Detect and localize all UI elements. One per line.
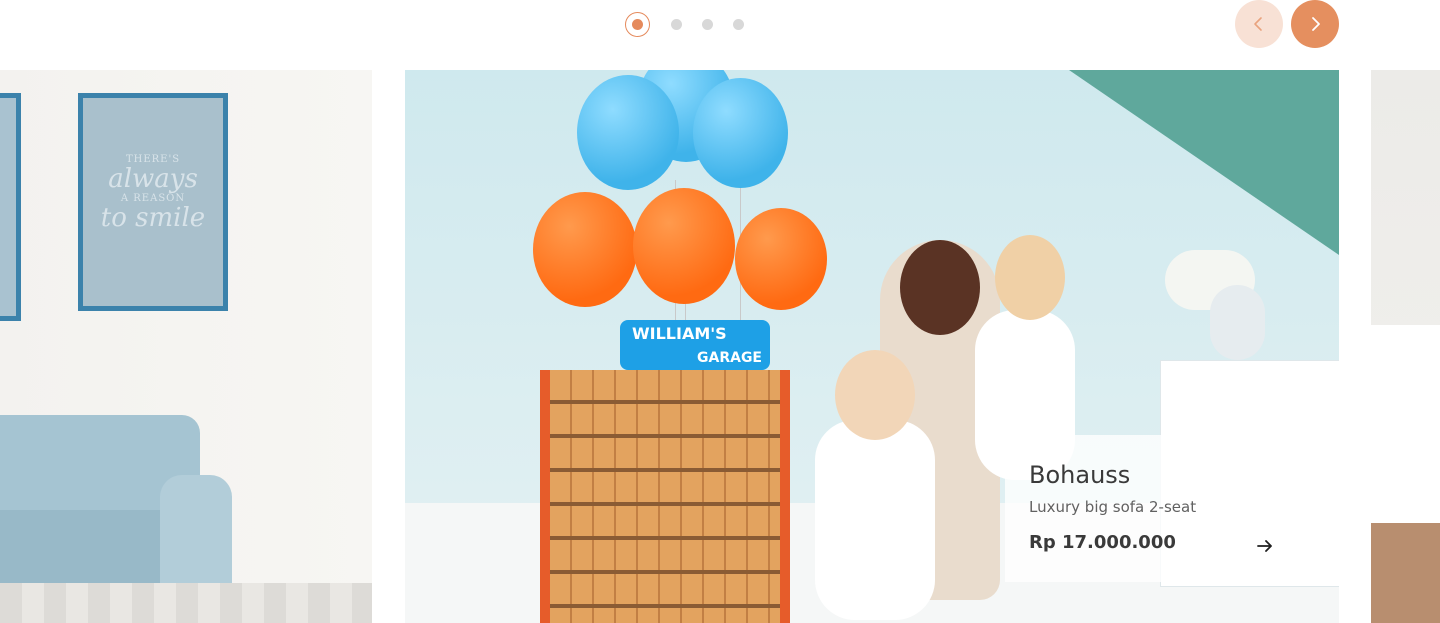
carousel-next-button[interactable]: [1291, 0, 1339, 48]
person-mother-head: [900, 240, 980, 335]
floor: [0, 583, 372, 623]
product-card: Bohauss Luxury big sofa 2-seat Rp 17.000…: [1005, 435, 1299, 582]
person-child: [815, 420, 935, 620]
carousel-pagination: [625, 11, 744, 38]
quote-line: always: [108, 164, 198, 194]
product-price: Rp 17.000.000: [1029, 532, 1176, 553]
floor: [1371, 523, 1440, 623]
balloon-orange: [633, 188, 735, 304]
chevron-right-icon: [1312, 17, 1320, 31]
pagination-dot-active[interactable]: [625, 12, 650, 37]
sign-text: GARAGE: [697, 350, 762, 366]
balloon-orange: [735, 208, 827, 310]
pagination-dot[interactable]: [702, 19, 713, 30]
frame-quote-text: THERE'S always A REASON to smile: [83, 154, 223, 232]
person-child-head: [835, 350, 915, 440]
product-title: Bohauss: [1029, 461, 1131, 489]
sign-text: WILLIAM'S: [632, 324, 727, 343]
slide-previous[interactable]: THERE'S always A REASON to smile: [0, 70, 372, 623]
balloon-orange: [533, 192, 637, 307]
carousel-prev-button[interactable]: [1235, 0, 1283, 48]
person-child-head: [995, 235, 1065, 320]
crib: [1371, 325, 1440, 525]
toy-garage: [540, 370, 790, 623]
arrow-right-icon[interactable]: [1255, 536, 1275, 556]
wall-frame: [0, 93, 21, 321]
product-subtitle: Luxury big sofa 2-seat: [1029, 498, 1197, 516]
plush-toy: [1210, 285, 1265, 360]
pagination-dot[interactable]: [671, 19, 682, 30]
pagination-dot[interactable]: [733, 19, 744, 30]
chevron-left-icon: [1254, 17, 1262, 31]
quote-line: to smile: [100, 203, 206, 233]
balloon-blue: [577, 75, 679, 190]
garage-sign: WILLIAM'S GARAGE: [620, 320, 770, 370]
balloon-blue: [693, 78, 788, 188]
wall-frame-quote: THERE'S always A REASON to smile: [78, 93, 228, 311]
slide-next[interactable]: [1371, 70, 1440, 623]
